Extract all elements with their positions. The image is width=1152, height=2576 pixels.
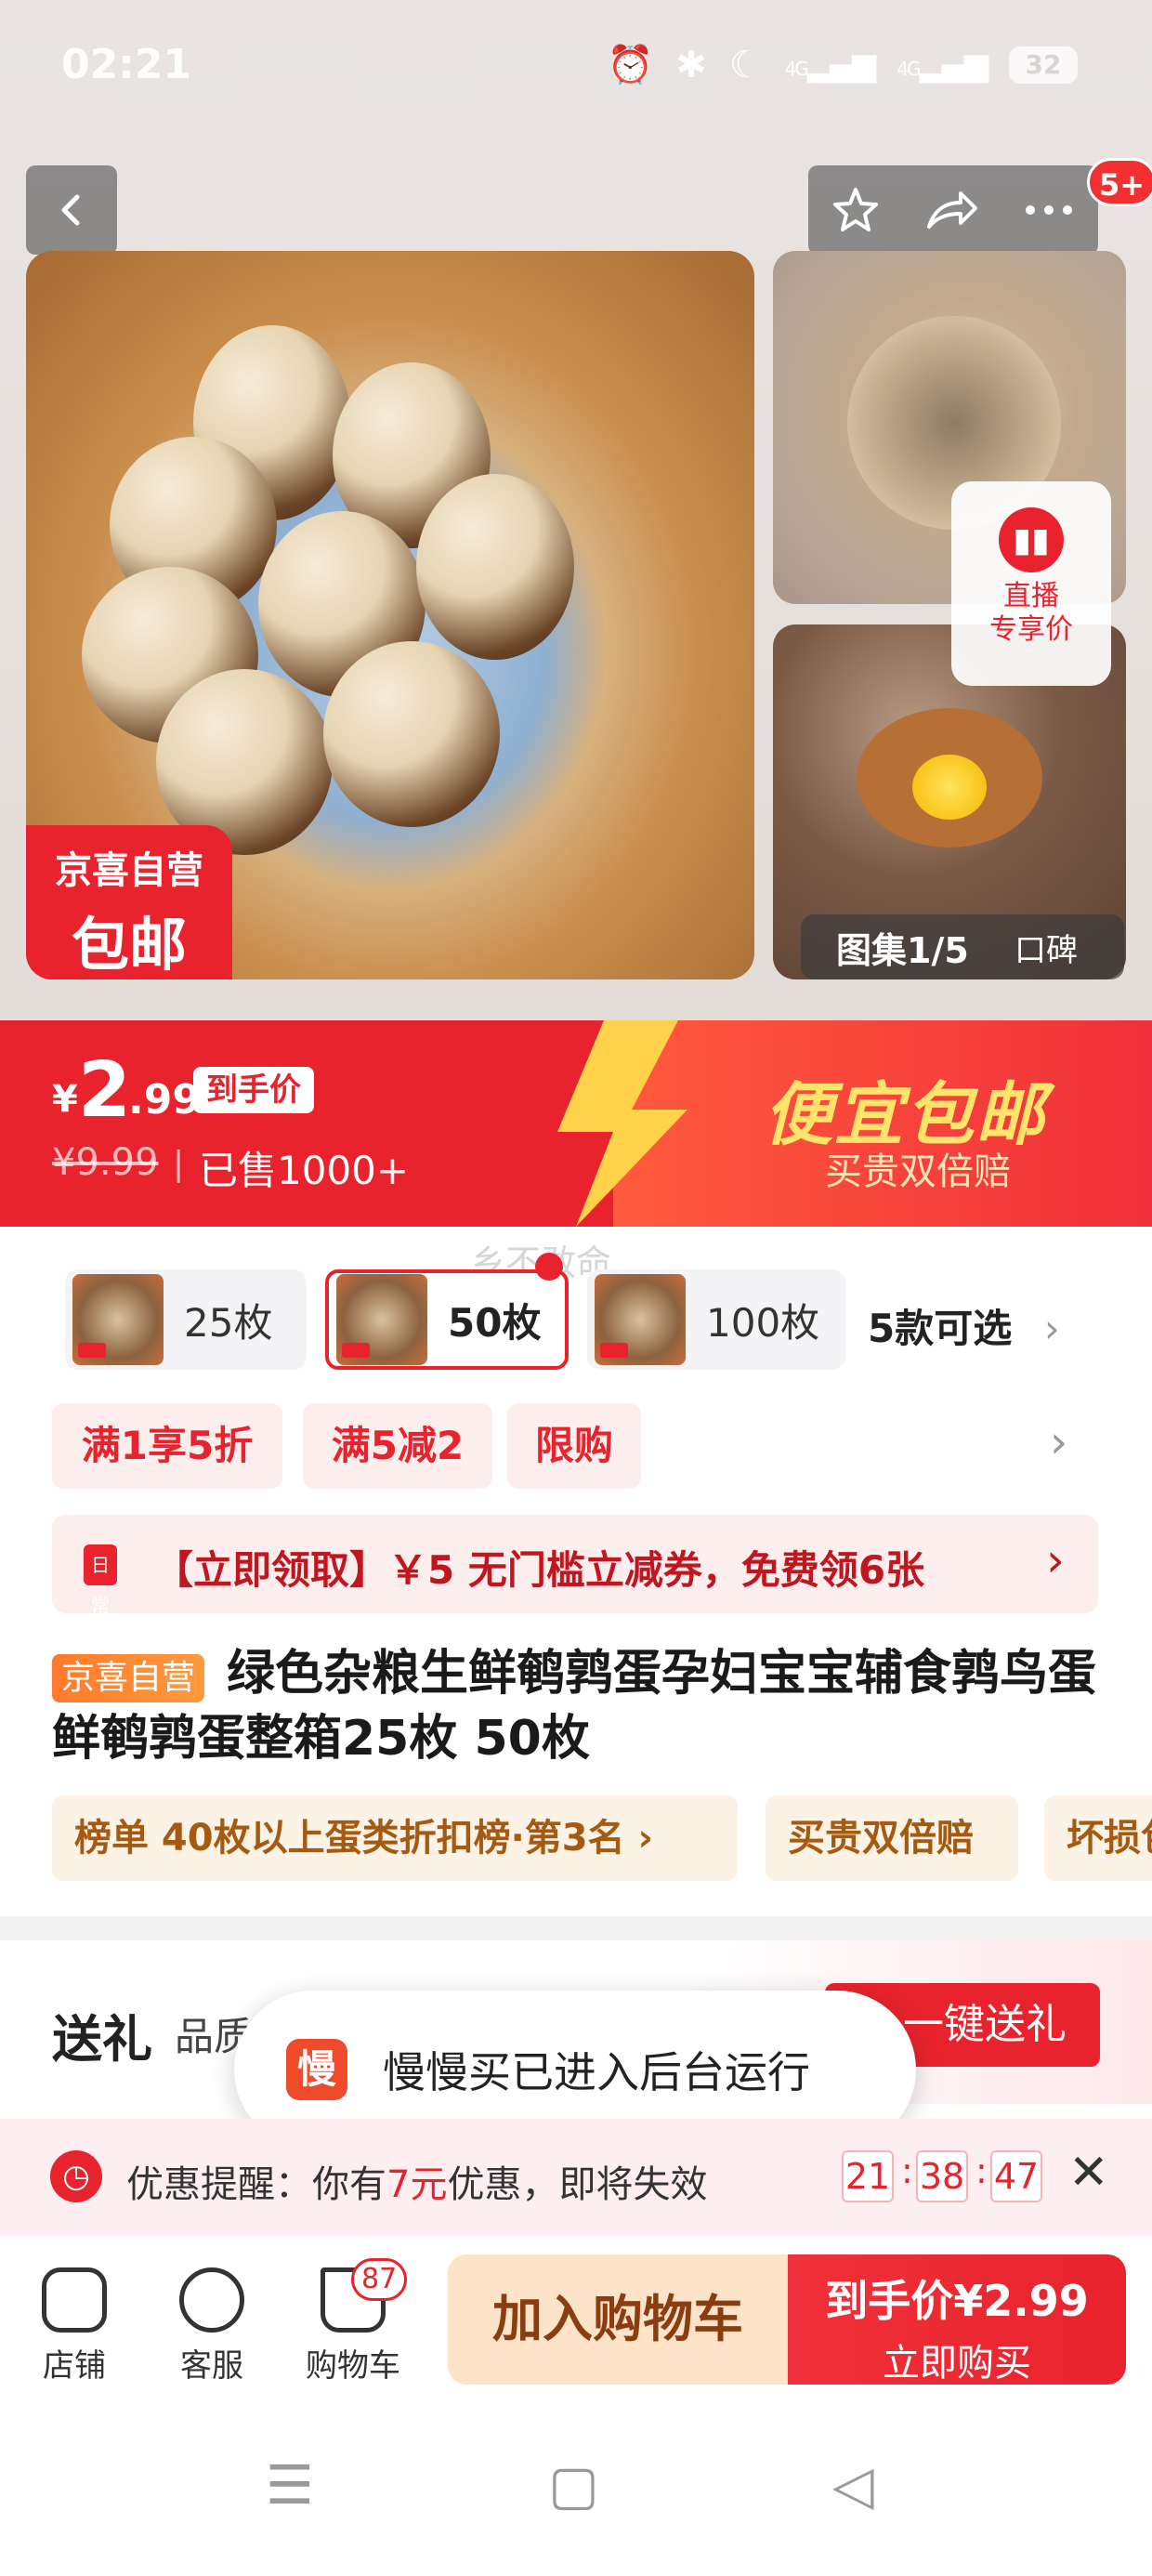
double-compensation-pill[interactable]: 买贵双倍赔 — [766, 1795, 1018, 1881]
price-integer: 2 — [78, 1046, 132, 1135]
service-label: 客服 — [180, 2347, 243, 2385]
coupon-banner[interactable]: 日常 【立即领取】￥5 无门槛立减券，免费领6张 › — [52, 1515, 1098, 1617]
countdown-colon: : — [901, 2150, 913, 2191]
app-icon: 慢 — [286, 2039, 347, 2100]
share-icon[interactable] — [923, 184, 979, 236]
slogan-subtitle: 买贵双倍赔 — [825, 1150, 1011, 1193]
reminder-suffix: 优惠，即将失效 — [447, 2163, 708, 2206]
variant-label: 100枚 — [706, 1299, 820, 1346]
back-button[interactable] — [26, 165, 117, 255]
review-label[interactable]: 口碑 — [996, 925, 1078, 970]
promo-tag-reduce[interactable]: 满5减2 — [303, 1403, 492, 1489]
album-label: 图集1/5 — [836, 929, 969, 971]
message-badge: 5+ — [1087, 158, 1152, 206]
buy-now-label: 立即购买 — [883, 2342, 1031, 2385]
more-icon[interactable] — [1021, 201, 1077, 219]
variant-thumb — [336, 1274, 427, 1365]
sold-count: 已售1000+ — [199, 1148, 410, 1193]
buy-now-button[interactable]: 到手价¥2.99 立即购买 — [788, 2254, 1126, 2385]
selected-indicator-dot — [535, 1253, 563, 1281]
original-price: ¥9.99 — [52, 1141, 159, 1184]
close-icon[interactable]: ✕ — [1068, 2145, 1109, 2201]
variant-50[interactable]: 50枚 — [325, 1269, 569, 1370]
variant-100[interactable]: 100枚 — [587, 1269, 845, 1370]
price-separator: | — [173, 1145, 185, 1183]
promo-tag-discount[interactable]: 满1享5折 — [52, 1403, 282, 1489]
signal-icon-2: 4G▂▄▆ — [897, 46, 988, 84]
variant-thumb — [595, 1274, 686, 1365]
self-operated-free-shipping-tag: 京喜自营 包邮 — [26, 825, 232, 979]
countdown-seconds: 47 — [990, 2150, 1042, 2202]
section-divider — [0, 1916, 1152, 1940]
variant-25[interactable]: 25枚 — [65, 1269, 307, 1370]
star-icon[interactable] — [830, 184, 882, 236]
live-label-2: 专享价 — [989, 613, 1073, 646]
clock-icon: ◷ — [50, 2150, 102, 2202]
ranking-pill[interactable]: 榜单 40枚以上蛋类折扣榜·第3名 › — [52, 1795, 738, 1881]
self-tag-line2: 包邮 — [71, 911, 187, 979]
variant-label: 25枚 — [184, 1299, 273, 1346]
menu-icon[interactable]: ☰ — [266, 2453, 314, 2517]
final-price-tag: 到手价 — [193, 1067, 314, 1113]
alarm-icon: ⏰ — [607, 44, 654, 86]
lightning-icon — [557, 1020, 687, 1227]
status-time: 02:21 — [61, 41, 192, 88]
status-bar: 02:21 ⏰ ✱ ☾ 4G▂▄▆ 4G▂▄▆ 32 — [0, 0, 1152, 130]
price-decimal: .99 — [128, 1076, 201, 1124]
top-actions — [808, 165, 1098, 255]
discount-reminder: ◷ 优惠提醒：你有7元优惠，即将失效 21 : 38 : 47 ✕ — [0, 2119, 1152, 2236]
countdown-minutes: 38 — [916, 2150, 968, 2202]
promo-chevron-icon[interactable]: › — [1050, 1416, 1067, 1468]
service-button[interactable]: 客服 — [156, 2254, 268, 2385]
price-banner: ¥ 2 .99 到手价 ¥9.99 | 已售1000+ 便宜包邮 买贵双倍赔 — [0, 1020, 1152, 1227]
coupon-icon: 日常 — [84, 1544, 117, 1617]
reminder-amount: 7元 — [386, 2163, 448, 2206]
cart-label: 购物车 — [306, 2347, 400, 2385]
buy-now-price: 到手价¥2.99 — [825, 2276, 1089, 2326]
product-title: 绿色杂粮生鲜鹌鹑蛋孕妇宝宝辅食鹑鸟蛋鲜鹌鹑蛋整箱25枚 50枚 — [52, 1646, 1097, 1767]
bluetooth-icon: ✱ — [675, 43, 707, 86]
add-to-cart-button[interactable]: 加入购物车 — [448, 2254, 788, 2385]
signal-icon: 4G▂▄▆ — [784, 46, 877, 84]
promo-tag-limit[interactable]: 限购 — [507, 1403, 641, 1489]
reminder-prefix: 优惠提醒：你有 — [126, 2163, 386, 2206]
countdown-hours: 21 — [842, 2150, 894, 2202]
coupon-text: 【立即领取】￥5 无门槛立减券，免费领6张 — [154, 1547, 925, 1593]
battery-icon: 32 — [1009, 46, 1078, 84]
price-currency: ¥ — [52, 1078, 78, 1121]
chevron-right-icon: › — [1043, 1306, 1060, 1351]
store-icon — [42, 2267, 107, 2333]
variant-selector: 乡不敢命 25枚 50枚 100枚 5款可选 › — [0, 1227, 1152, 1394]
home-icon[interactable]: ▢ — [548, 2453, 599, 2517]
chat-icon — [179, 2267, 244, 2333]
back-icon[interactable]: ◁ — [832, 2453, 874, 2517]
album-indicator[interactable]: 图集1/5 口碑 — [801, 914, 1124, 979]
more-variants-label: 5款可选 — [868, 1306, 1013, 1351]
live-icon: ▮▮ — [999, 507, 1064, 572]
moon-icon: ☾ — [728, 43, 763, 86]
chevron-left-icon — [61, 194, 80, 226]
variant-thumb — [72, 1274, 164, 1365]
countdown-colon: : — [975, 2150, 988, 2191]
coupon-chevron-icon: › — [1046, 1533, 1065, 1587]
gift-title: 送礼 — [52, 2010, 152, 2069]
store-label: 店铺 — [43, 2347, 106, 2385]
product-gallery[interactable]: 02:21 ⏰ ✱ ☾ 4G▂▄▆ 4G▂▄▆ 32 5+ 京喜自营 包邮 ▮▮… — [0, 0, 1152, 1022]
self-operated-tag: 京喜自营 — [52, 1654, 205, 1702]
live-price-card[interactable]: ▮▮ 直播 专享价 — [951, 481, 1111, 686]
store-button[interactable]: 店铺 — [19, 2254, 130, 2385]
live-label-1: 直播 — [1003, 580, 1059, 612]
reminder-text: 优惠提醒：你有7元优惠，即将失效 — [126, 2154, 707, 2208]
system-nav-bar: ☰ ▢ ◁ — [0, 2399, 1152, 2576]
cart-count-badge: 87 — [351, 2258, 408, 2301]
bottom-action-bar: 店铺 客服 购物车 87 加入购物车 到手价¥2.99 立即购买 — [0, 2236, 1152, 2399]
toast-text: 慢慢买已进入后台运行 — [383, 2047, 810, 2097]
damage-compensation-pill[interactable]: 坏损包赔 — [1044, 1795, 1152, 1881]
product-detail-page: 02:21 ⏰ ✱ ☾ 4G▂▄▆ 4G▂▄▆ 32 5+ 京喜自营 包邮 ▮▮… — [0, 0, 1152, 2576]
variant-label: 50枚 — [448, 1299, 542, 1346]
more-variants-link[interactable]: 5款可选 › — [868, 1297, 1060, 1354]
self-tag-line1: 京喜自营 — [55, 849, 203, 892]
